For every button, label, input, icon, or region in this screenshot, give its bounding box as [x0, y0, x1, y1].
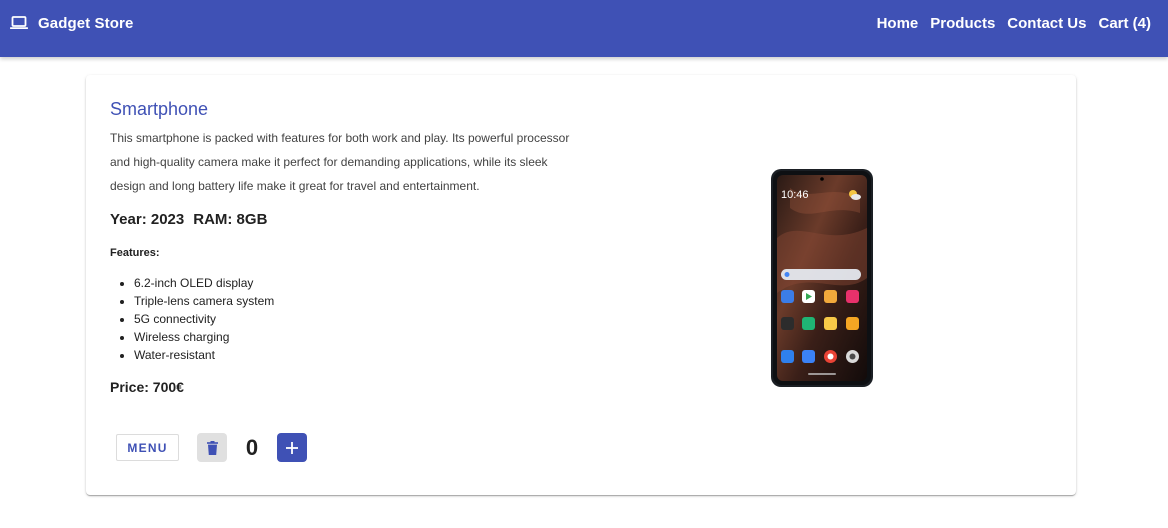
nav-contact-us[interactable]: Contact Us [1007, 15, 1086, 32]
laptop-icon [10, 16, 28, 29]
features-list: 6.2-inch OLED display Triple-lens camera… [110, 274, 274, 364]
product-year: Year: 2023 [110, 211, 185, 228]
product-description: This smartphone is packed with features … [110, 131, 570, 193]
product-specs: Year: 2023 RAM: 8GB [110, 211, 267, 228]
trash-icon [206, 440, 218, 455]
smartphone-image: 10:46 [771, 169, 873, 387]
app-bar: Gadget Store Home Products Contact Us Ca… [0, 0, 1168, 57]
add-button[interactable] [277, 433, 307, 462]
product-title: Smartphone [110, 99, 209, 119]
feature-item: Triple-lens camera system [134, 292, 274, 310]
brand[interactable]: Gadget Store [10, 0, 133, 46]
feature-item: 5G connectivity [134, 310, 274, 328]
delete-button[interactable] [197, 433, 227, 462]
feature-item: Wireless charging [134, 328, 274, 346]
product-card: Smartphone This smartphone is packed wit… [86, 75, 1076, 495]
nav-cart[interactable]: Cart (4) [1098, 15, 1151, 32]
nav-home[interactable]: Home [877, 15, 919, 32]
feature-item: Water-resistant [134, 346, 274, 364]
main-nav: Home Products Contact Us Cart (4) [877, 0, 1151, 46]
menu-button[interactable]: MENU [116, 434, 179, 461]
app-title: Gadget Store [38, 14, 134, 32]
quantity-value: 0 [245, 434, 259, 460]
screen-clock: 10:46 [781, 189, 809, 201]
plus-icon [286, 441, 298, 454]
nav-products[interactable]: Products [930, 15, 995, 32]
feature-item: 6.2-inch OLED display [134, 274, 274, 292]
product-price: Price: 700€ [110, 379, 184, 395]
product-ram: RAM: 8GB [193, 211, 268, 228]
features-heading: Features: [110, 247, 160, 259]
